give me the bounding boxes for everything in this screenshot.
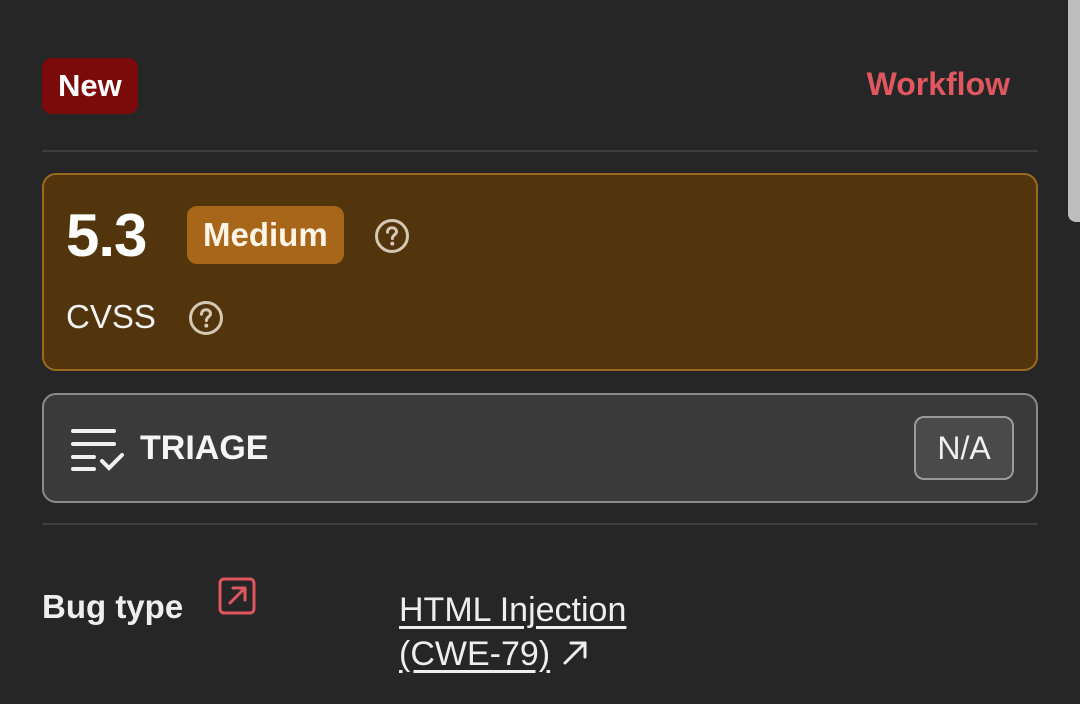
divider bbox=[42, 523, 1038, 525]
bug-type-value-line2: (CWE-79) bbox=[399, 632, 626, 676]
cvss-label: CVSS bbox=[66, 298, 156, 335]
question-circle-icon[interactable] bbox=[188, 300, 224, 336]
cvss-score: 5.3 bbox=[66, 202, 147, 269]
divider bbox=[42, 150, 1038, 152]
severity-card: 5.3 Medium CVSS bbox=[42, 173, 1038, 371]
severity-badge: Medium bbox=[187, 206, 344, 264]
bug-type-value-cwe: (CWE-79) bbox=[399, 635, 551, 673]
triage-value-badge: N/A bbox=[914, 416, 1014, 480]
bug-type-value-line1: HTML Injection bbox=[399, 591, 627, 629]
status-badge: New bbox=[42, 58, 138, 114]
scrollbar[interactable] bbox=[1068, 0, 1080, 222]
triage-label: TRIAGE bbox=[140, 429, 269, 467]
question-circle-icon[interactable] bbox=[374, 218, 410, 254]
external-link-icon[interactable] bbox=[218, 577, 256, 615]
triage-button[interactable]: TRIAGE N/A bbox=[42, 393, 1038, 503]
bug-type-link[interactable]: HTML Injection (CWE-79) bbox=[399, 588, 626, 676]
vulnerability-detail-panel: New Workflow 5.3 Medium CVSS TRIAGE N/A … bbox=[0, 0, 1080, 704]
arrow-up-right-icon bbox=[563, 641, 587, 665]
workflow-link[interactable]: Workflow bbox=[867, 66, 1010, 103]
list-check-icon bbox=[71, 429, 124, 471]
bug-type-label: Bug type bbox=[42, 588, 184, 625]
